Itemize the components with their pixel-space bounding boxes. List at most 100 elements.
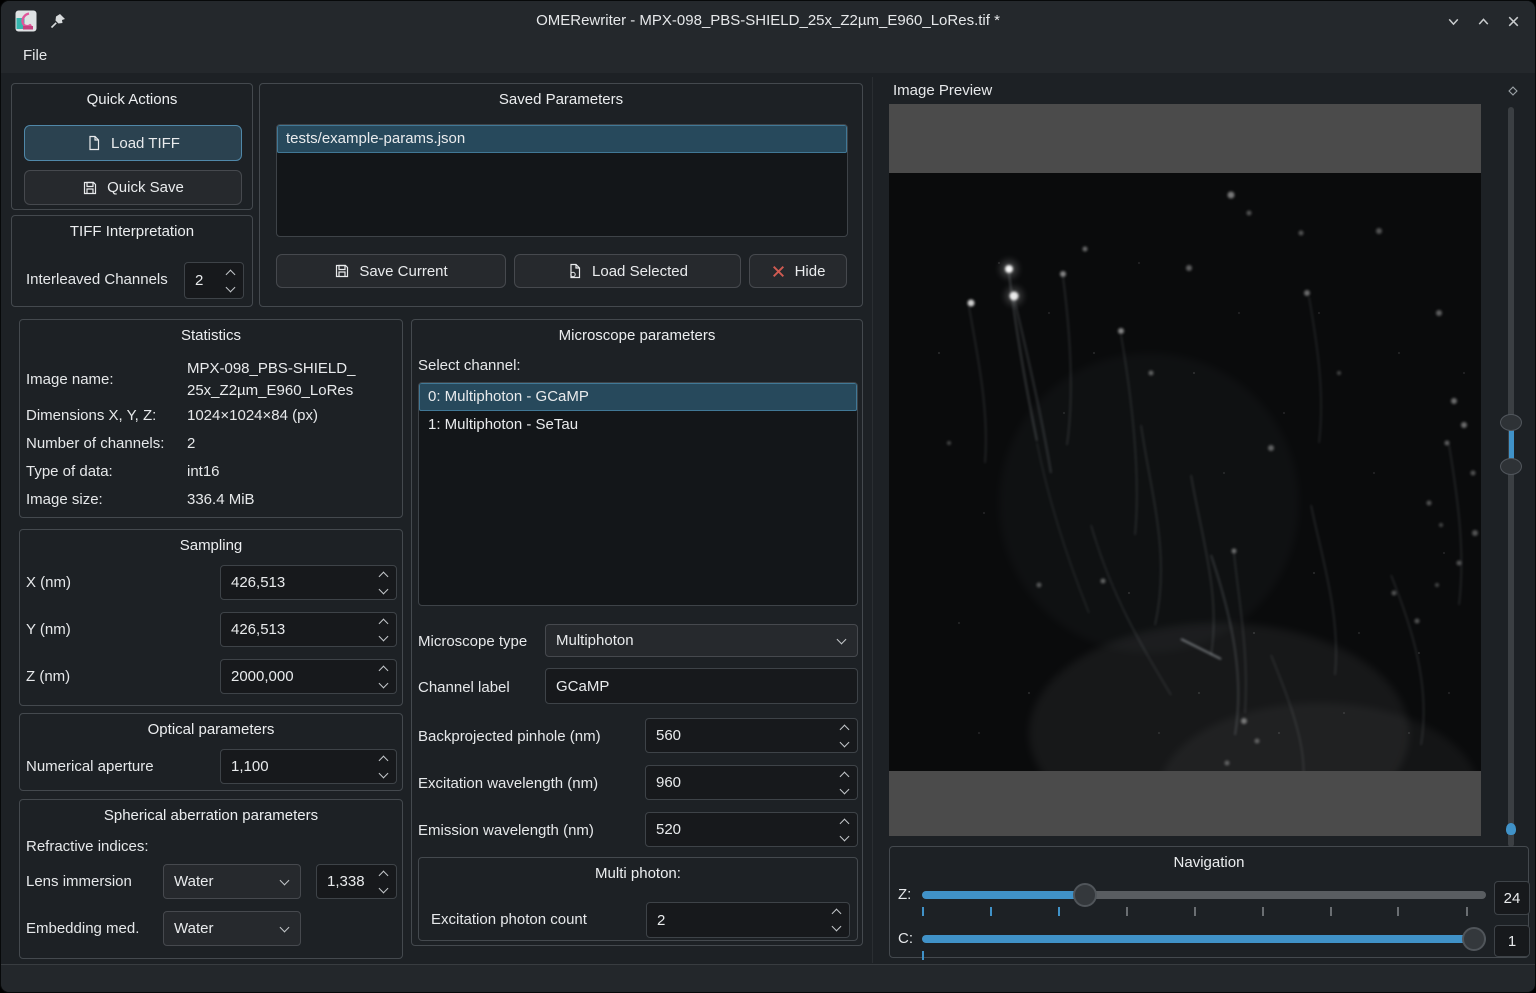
chevron-down-icon (379, 678, 389, 688)
excitation-wavelength-label: Excitation wavelength (nm) (418, 774, 598, 794)
spinner-buttons[interactable] (380, 667, 387, 687)
excitation-wavelength-spinbox[interactable] (645, 765, 858, 800)
chevron-down-icon (379, 768, 389, 778)
close-button[interactable] (1503, 11, 1523, 31)
maximize-button[interactable] (1473, 11, 1493, 31)
statistics-title: Statistics (20, 327, 402, 344)
chevron-up-icon (840, 818, 850, 828)
sampling-x-spinbox[interactable] (220, 565, 397, 600)
contrast-slider-upper-handle[interactable] (1500, 414, 1522, 431)
z-slider-tick (1126, 907, 1128, 916)
z-slider-label: Z: (898, 885, 911, 905)
z-value-box[interactable]: 24 (1494, 881, 1530, 915)
spinner-buttons[interactable] (841, 820, 848, 840)
lens-immersion-combo[interactable]: Water (163, 864, 301, 899)
spinner-buttons[interactable] (380, 757, 387, 777)
photon-count-spinbox[interactable] (646, 902, 850, 938)
photon-count-input[interactable] (647, 912, 833, 929)
saved-parameters-item[interactable]: tests/example-params.json (277, 125, 847, 153)
interleaved-channels-spinbox[interactable] (184, 262, 244, 299)
chevron-up-icon (840, 771, 850, 781)
chevron-down-icon (1446, 14, 1461, 29)
spinner-buttons[interactable] (841, 726, 848, 746)
chevron-down-icon (280, 875, 290, 885)
spinner-buttons[interactable] (380, 620, 387, 640)
chevron-up-icon (379, 665, 389, 675)
quick-save-button[interactable]: Quick Save (24, 170, 242, 205)
microscopy-image (889, 173, 1481, 771)
load-tiff-button[interactable]: Load TIFF (24, 125, 242, 161)
channel-list[interactable]: 0: Multiphoton - GCaMP 1: Multiphoton - … (418, 382, 858, 606)
contrast-slider-track[interactable] (1508, 107, 1514, 847)
diamond-float-icon[interactable] (1507, 85, 1519, 97)
spinner-buttons[interactable] (227, 271, 234, 291)
quick-actions-title: Quick Actions (12, 91, 252, 108)
z-slider-handle[interactable] (1073, 883, 1097, 907)
hide-button[interactable]: Hide (749, 254, 847, 288)
interleaved-channels-input[interactable] (185, 272, 227, 289)
spinner-buttons[interactable] (841, 773, 848, 793)
image-size-value: 336.4 MiB (187, 490, 255, 510)
z-slider-tick (1058, 907, 1060, 916)
saved-parameters-panel: Saved Parameters tests/example-params.js… (259, 83, 863, 307)
emission-wavelength-spinbox[interactable] (645, 812, 858, 847)
spinner-buttons[interactable] (833, 910, 840, 930)
spinner-buttons[interactable] (380, 573, 387, 593)
load-selected-button[interactable]: Load Selected (514, 254, 741, 288)
num-channels-value: 2 (187, 434, 195, 454)
channel-list-item[interactable]: 1: Multiphoton - SeTau (419, 411, 857, 439)
splitter[interactable] (872, 77, 873, 963)
image-size-label: Image size: (26, 490, 103, 510)
c-slider-handle[interactable] (1462, 927, 1486, 951)
pinhole-spinbox[interactable] (645, 718, 858, 753)
microscope-type-combo[interactable]: Multiphoton (545, 624, 858, 657)
pin-icon[interactable] (49, 12, 67, 30)
numerical-aperture-label: Numerical aperture (26, 757, 154, 777)
contrast-slider-lower-handle[interactable] (1500, 458, 1522, 475)
numerical-aperture-input[interactable] (221, 758, 380, 775)
load-tiff-label: Load TIFF (111, 135, 180, 152)
sampling-x-input[interactable] (221, 574, 380, 591)
c-value-box[interactable]: 1 (1494, 925, 1530, 957)
lens-index-input[interactable] (317, 873, 380, 890)
microscope-parameters-panel: Microscope parameters Select channel: 0:… (411, 319, 863, 946)
spherical-aberration-title: Spherical aberration parameters (20, 807, 402, 824)
lens-index-spinbox[interactable] (316, 864, 397, 899)
sampling-y-input[interactable] (221, 621, 380, 638)
c-slider-groove[interactable] (922, 935, 1486, 943)
embedding-medium-combo[interactable]: Water (163, 911, 301, 946)
app-window: OMERewriter - MPX-098_PBS-SHIELD_25x_Z2µ… (0, 0, 1536, 993)
spherical-aberration-panel: Spherical aberration parameters Refracti… (19, 799, 403, 959)
chevron-down-icon (379, 883, 389, 893)
interleaved-channels-label: Interleaved Channels (26, 270, 168, 290)
z-slider-tick (1397, 907, 1399, 916)
data-type-value: int16 (187, 462, 220, 482)
pinhole-input[interactable] (646, 727, 841, 744)
chevron-up-icon (840, 724, 850, 734)
sampling-y-spinbox[interactable] (220, 612, 397, 647)
minimize-button[interactable] (1443, 11, 1463, 31)
select-channel-label: Select channel: (418, 356, 521, 376)
channel-label-field[interactable] (545, 668, 858, 704)
channel-list-item[interactable]: 0: Multiphoton - GCaMP (419, 383, 857, 411)
emission-wavelength-input[interactable] (646, 821, 841, 838)
numerical-aperture-spinbox[interactable] (220, 749, 397, 784)
saved-parameters-list[interactable]: tests/example-params.json (276, 124, 848, 237)
excitation-wavelength-input[interactable] (646, 774, 841, 791)
sampling-z-spinbox[interactable] (220, 659, 397, 694)
c-slider-tick (922, 951, 924, 960)
sampling-z-label: Z (nm) (26, 667, 70, 687)
tiff-interpretation-panel: TIFF Interpretation Interleaved Channels (11, 215, 253, 307)
chevron-down-icon (832, 922, 842, 932)
channel-label-input[interactable] (546, 678, 857, 695)
z-slider-tick (1330, 907, 1332, 916)
contrast-range-slider[interactable] (1497, 105, 1525, 853)
sampling-z-input[interactable] (221, 668, 380, 685)
menu-file[interactable]: File (15, 45, 55, 66)
spinner-buttons[interactable] (380, 872, 387, 892)
save-current-button[interactable]: Save Current (276, 254, 506, 288)
app-icon[interactable] (14, 9, 38, 33)
window-title: OMERewriter - MPX-098_PBS-SHIELD_25x_Z2µ… (201, 1, 1335, 41)
z-slider-groove[interactable] (922, 891, 1486, 899)
close-icon (1506, 14, 1521, 29)
